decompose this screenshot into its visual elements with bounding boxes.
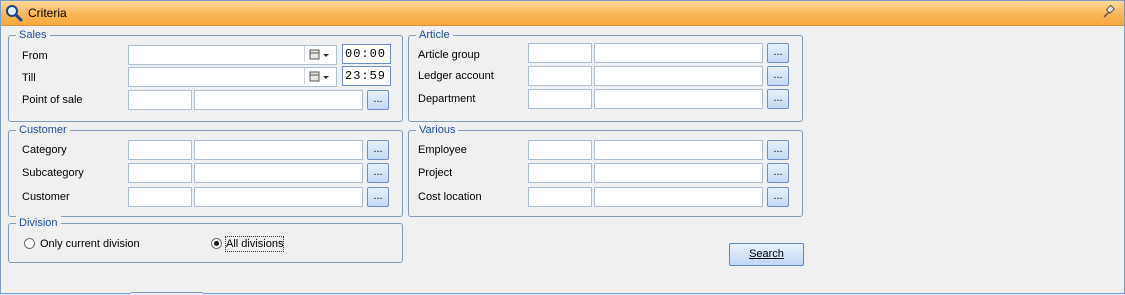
cost-location-name-field[interactable] — [594, 187, 763, 207]
till-time-field[interactable]: 23:59 — [342, 66, 391, 86]
customer-name-field[interactable] — [194, 187, 363, 207]
employee-label: Employee — [418, 144, 467, 156]
title-bar: Criteria — [1, 1, 1124, 26]
criteria-window: Criteria Sales From 00:00 Till 23:59 Poi… — [0, 0, 1125, 295]
cost-location-label: Cost location — [418, 191, 482, 203]
pin-icon[interactable] — [1102, 5, 1116, 19]
calendar-icon — [309, 49, 329, 60]
article-group-browse-button[interactable]: ... — [767, 43, 789, 63]
department-name-field[interactable] — [594, 89, 763, 109]
subcategory-code-field[interactable] — [128, 163, 192, 183]
point-of-sale-code-field[interactable] — [128, 90, 192, 110]
only-current-division-label[interactable]: Only current division — [40, 237, 140, 251]
division-legend: Division — [16, 216, 61, 230]
till-date-dropdown[interactable] — [304, 68, 337, 84]
point-of-sale-browse-button[interactable]: ... — [367, 90, 389, 110]
customer-group: Customer Category ... Subcategory ... Cu… — [8, 123, 403, 217]
cost-location-browse-button[interactable]: ... — [767, 187, 789, 207]
ledger-account-label: Ledger account — [418, 70, 494, 82]
sales-legend: Sales — [16, 28, 50, 42]
employee-code-field[interactable] — [528, 140, 592, 160]
cost-location-code-field[interactable] — [528, 187, 592, 207]
magnifier-icon — [6, 5, 23, 22]
customer-code-field[interactable] — [128, 187, 192, 207]
department-code-field[interactable] — [528, 89, 592, 109]
from-time-field[interactable]: 00:00 — [342, 44, 391, 64]
calendar-icon — [309, 71, 329, 82]
employee-name-field[interactable] — [594, 140, 763, 160]
employee-browse-button[interactable]: ... — [767, 140, 789, 160]
till-date-field[interactable] — [128, 67, 337, 87]
subcategory-browse-button[interactable]: ... — [367, 163, 389, 183]
till-label: Till — [22, 72, 36, 84]
various-legend: Various — [416, 123, 459, 137]
project-name-field[interactable] — [594, 163, 763, 183]
customer-browse-button[interactable]: ... — [367, 187, 389, 207]
article-group-code-field[interactable] — [528, 43, 592, 63]
division-group: Division Only current division All divis… — [8, 216, 403, 263]
article-group: Article Article group ... Ledger account… — [408, 28, 803, 122]
ledger-account-browse-button[interactable]: ... — [767, 66, 789, 86]
search-button-label: Search — [749, 248, 784, 260]
category-name-field[interactable] — [194, 140, 363, 160]
sales-group: Sales From 00:00 Till 23:59 Point of sal… — [8, 28, 403, 122]
article-group-label: Article group — [418, 49, 480, 61]
point-of-sale-name-field[interactable] — [194, 90, 363, 110]
ledger-account-name-field[interactable] — [594, 66, 763, 86]
article-group-name-field[interactable] — [594, 43, 763, 63]
project-code-field[interactable] — [528, 163, 592, 183]
project-browse-button[interactable]: ... — [767, 163, 789, 183]
window-title: Criteria — [28, 6, 67, 20]
point-of-sale-label: Point of sale — [22, 94, 83, 106]
various-group: Various Employee ... Project ... Cost lo… — [408, 123, 803, 217]
search-button[interactable]: Search — [729, 243, 804, 266]
customer-legend: Customer — [16, 123, 70, 137]
department-label: Department — [418, 93, 476, 105]
article-legend: Article — [416, 28, 453, 42]
subcategory-name-field[interactable] — [194, 163, 363, 183]
all-divisions-radio[interactable] — [211, 238, 222, 249]
category-browse-button[interactable]: ... — [367, 140, 389, 160]
customer-label: Customer — [22, 191, 70, 203]
ledger-account-code-field[interactable] — [528, 66, 592, 86]
department-browse-button[interactable]: ... — [767, 89, 789, 109]
from-date-field[interactable] — [128, 45, 337, 65]
category-code-field[interactable] — [128, 140, 192, 160]
from-label: From — [22, 50, 48, 62]
only-current-division-radio[interactable] — [24, 238, 35, 249]
all-divisions-label[interactable]: All divisions — [224, 236, 285, 252]
category-label: Category — [22, 144, 67, 156]
subcategory-label: Subcategory — [22, 167, 84, 179]
project-label: Project — [418, 167, 453, 179]
from-date-dropdown[interactable] — [304, 46, 337, 62]
